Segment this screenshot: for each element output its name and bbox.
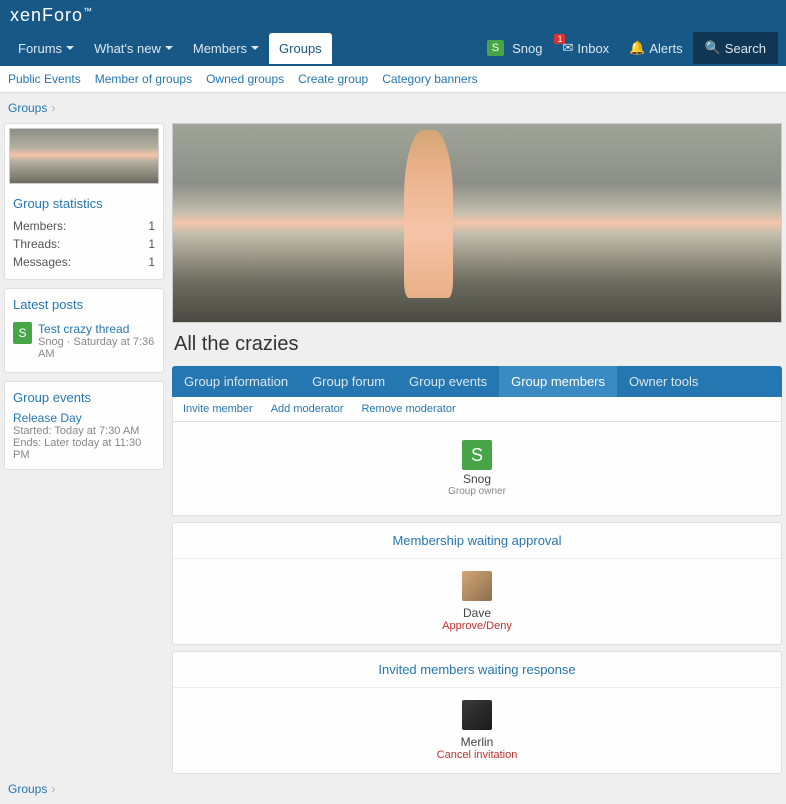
- pending-heading: Membership waiting approval: [173, 523, 781, 559]
- badge-count: 1: [554, 34, 565, 44]
- event-ends: Ends: Later today at 11:30 PM: [13, 437, 155, 461]
- avatar: S: [487, 40, 504, 56]
- group-tabs: Group information Group forum Group even…: [172, 366, 782, 397]
- chevron-down-icon: [251, 46, 259, 50]
- user-menu[interactable]: SSnog: [477, 32, 553, 64]
- post-meta: Snog · Saturday at 7:36 AM: [38, 336, 155, 360]
- list-item[interactable]: S Test crazy thread Snog · Saturday at 7…: [13, 318, 155, 364]
- group-banner: [172, 123, 782, 323]
- add-moderator-link[interactable]: Add moderator: [271, 403, 344, 415]
- remove-moderator-link[interactable]: Remove moderator: [361, 403, 455, 415]
- owner-section: S Snog Group owner: [172, 422, 782, 516]
- chevron-down-icon: [165, 46, 173, 50]
- subnav-member-of-groups[interactable]: Member of groups: [95, 72, 192, 86]
- pending-approval-section: Membership waiting approval Dave Approve…: [172, 522, 782, 645]
- nav-forums[interactable]: Forums: [8, 33, 84, 64]
- avatar: S: [13, 322, 32, 344]
- post-title[interactable]: Test crazy thread: [38, 322, 155, 336]
- subnav-category-banners[interactable]: Category banners: [382, 72, 477, 86]
- tab-owner-tools[interactable]: Owner tools: [617, 366, 710, 397]
- tab-group-members[interactable]: Group members: [499, 366, 617, 397]
- chevron-down-icon: [66, 46, 74, 50]
- member-name[interactable]: Snog: [183, 472, 771, 486]
- alerts-button[interactable]: 🔔 Alerts: [619, 32, 692, 64]
- stat-messages: Messages:1: [13, 253, 155, 271]
- breadcrumb-bottom: Groups ›: [0, 774, 786, 804]
- nav-whatsnew[interactable]: What's new: [84, 33, 183, 64]
- invite-member-link[interactable]: Invite member: [183, 403, 253, 415]
- breadcrumb-groups[interactable]: Groups: [8, 782, 47, 796]
- invited-section: Invited members waiting response Merlin …: [172, 651, 782, 774]
- cancel-invitation-link[interactable]: Cancel invitation: [185, 749, 769, 761]
- event-title[interactable]: Release Day: [13, 411, 155, 425]
- latest-posts-card: Latest posts S Test crazy thread Snog · …: [4, 288, 164, 373]
- group-events-card: Group events Release Day Started: Today …: [4, 381, 164, 470]
- page-title: All the crazies: [172, 323, 782, 366]
- member-role: Group owner: [183, 486, 771, 497]
- stat-threads: Threads:1: [13, 235, 155, 253]
- search-button[interactable]: 🔍 Search: [693, 32, 778, 64]
- member-name[interactable]: Dave: [185, 606, 769, 620]
- breadcrumb: Groups ›: [0, 93, 786, 123]
- avatar[interactable]: S: [462, 440, 492, 470]
- chevron-right-icon: ›: [51, 782, 55, 796]
- nav-members[interactable]: Members: [183, 33, 269, 64]
- subnav-public-events[interactable]: Public Events: [8, 72, 81, 86]
- tab-group-events[interactable]: Group events: [397, 366, 499, 397]
- site-logo[interactable]: xenForo™: [10, 5, 93, 26]
- tab-group-forum[interactable]: Group forum: [300, 366, 397, 397]
- event-started: Started: Today at 7:30 AM: [13, 425, 155, 437]
- stat-members: Members:1: [13, 217, 155, 235]
- inbox-button[interactable]: 1✉ Inbox: [552, 32, 619, 64]
- breadcrumb-groups[interactable]: Groups: [8, 101, 47, 115]
- bell-icon: 🔔: [629, 40, 645, 56]
- group-stats-heading: Group statistics: [13, 196, 155, 211]
- group-banner-thumb[interactable]: [9, 128, 159, 184]
- search-icon: 🔍: [705, 40, 721, 56]
- avatar[interactable]: [462, 700, 492, 730]
- nav-groups[interactable]: Groups: [269, 33, 332, 64]
- avatar[interactable]: [462, 571, 492, 601]
- invited-heading: Invited members waiting response: [173, 652, 781, 688]
- member-toolbar: Invite member Add moderator Remove moder…: [172, 397, 782, 422]
- member-name[interactable]: Merlin: [185, 735, 769, 749]
- group-thumbnail-card: Group statistics Members:1 Threads:1 Mes…: [4, 123, 164, 280]
- latest-posts-heading: Latest posts: [13, 297, 155, 312]
- tab-group-information[interactable]: Group information: [172, 366, 300, 397]
- approve-deny-link[interactable]: Approve/Deny: [185, 620, 769, 632]
- subnav: Public Events Member of groups Owned gro…: [0, 66, 786, 93]
- subnav-owned-groups[interactable]: Owned groups: [206, 72, 284, 86]
- chevron-right-icon: ›: [51, 101, 55, 115]
- subnav-create-group[interactable]: Create group: [298, 72, 368, 86]
- group-events-heading: Group events: [13, 390, 155, 405]
